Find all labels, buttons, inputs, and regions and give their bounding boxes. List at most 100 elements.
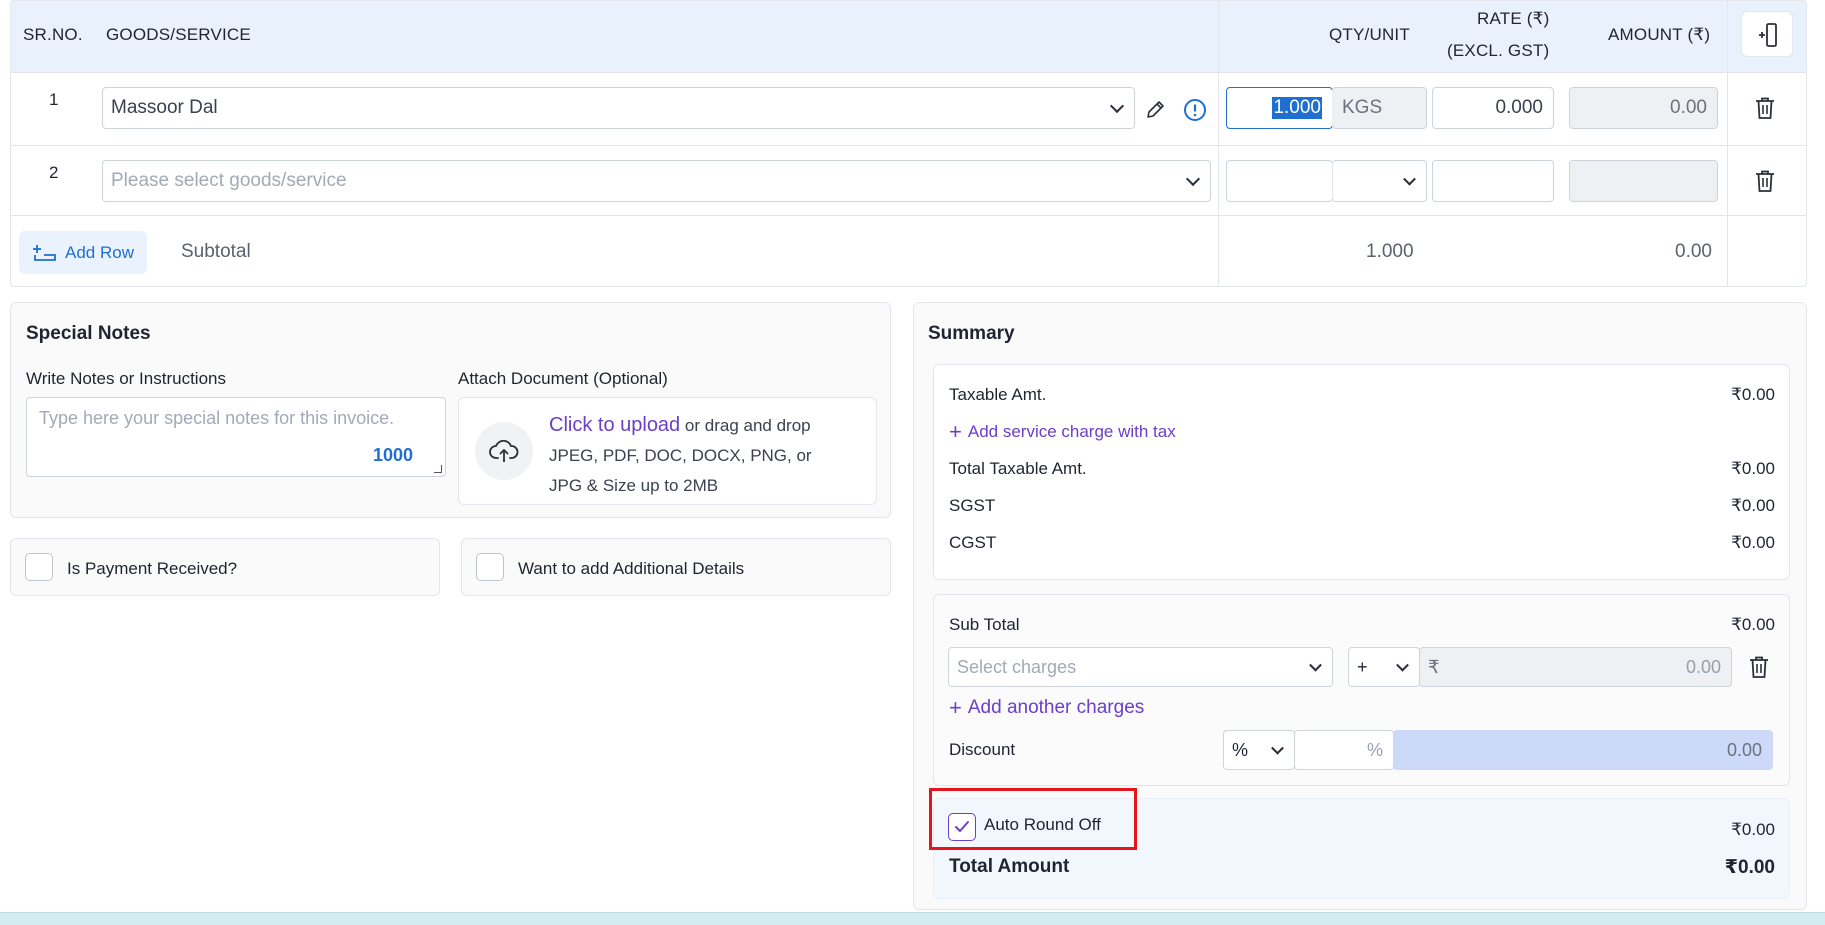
chevron-down-icon [1271,741,1284,755]
notes-label: Write Notes or Instructions [26,369,226,388]
table-header: SR.NO. GOODS/SERVICE QTY/UNIT RATE (₹) (… [11,1,1806,73]
total-taxable-label: Total Taxable Amt. [949,459,1087,478]
rate-input[interactable]: 0.000 [1432,87,1554,129]
divider [1727,1,1728,286]
add-service-charge-link[interactable]: + Add service charge with tax [949,419,1176,445]
chevron-down-icon [1185,171,1201,187]
payment-received-checkbox[interactable] [25,553,53,581]
additional-details-checkbox[interactable] [476,553,504,581]
qty-value: 1.000 [1272,97,1322,119]
subtotal-label: Sub Total [949,615,1020,634]
upload-text-2: JPEG, PDF, DOC, DOCX, PNG, or [549,446,812,465]
subtotal-amount: 0.00 [1675,241,1712,262]
upload-dropzone[interactable]: Click to upload or drag and drop JPEG, P… [458,397,877,505]
trash-icon[interactable] [1754,96,1776,120]
round-off-value: ₹0.00 [1731,820,1775,839]
upload-text-3: JPG & Size up to 2MB [549,476,719,495]
chevron-down-icon [1403,172,1416,186]
char-count: 1000 [372,445,413,465]
charges-select[interactable]: Select charges [948,647,1333,687]
cloud-upload-icon [489,439,519,462]
additional-details-card[interactable]: Want to add Additional Details [461,538,891,596]
goods-select-value: Massoor Dal [111,97,218,118]
upload-text: Click to upload or drag and drop JPEG, P… [549,410,869,501]
cgst-value: ₹0.00 [1731,533,1775,552]
goods-select[interactable]: Massoor Dal [102,87,1135,129]
amount-value: 0.00 [1670,97,1707,118]
charge-sign-select[interactable]: + [1348,647,1420,687]
summary-title: Summary [928,323,1015,344]
discount-amount-field[interactable]: 0.00 [1393,730,1773,770]
resize-handle-icon[interactable] [434,465,442,473]
unit-value: KGS [1342,97,1383,118]
cgst-label: CGST [949,533,997,552]
qty-input[interactable]: 1.000 [1226,87,1333,129]
total-amount-label: Total Amount [949,856,1070,877]
trash-icon[interactable] [1754,169,1776,193]
charge-amount-value: 0.00 [1685,656,1721,677]
discount-label: Discount [949,740,1016,759]
divider [1218,1,1219,286]
unit-field: KGS [1332,87,1427,129]
discount-type-select[interactable]: % [1223,730,1295,770]
header-rate: RATE (₹) [1477,9,1550,28]
chevron-down-icon [1309,658,1322,672]
highlight-box [929,788,1137,850]
goods-select[interactable]: Please select goods/service [102,160,1211,202]
charges-placeholder: Select charges [957,656,1077,677]
header-srno: SR.NO. [23,25,83,44]
header-goods: GOODS/SERVICE [106,25,251,44]
chevron-down-icon [1396,658,1409,672]
discount-percent-input[interactable]: % [1294,730,1394,770]
discount-type-value: % [1232,739,1249,760]
divider [11,145,1806,146]
tax-summary-box: Taxable Amt. ₹0.00 + Add service charge w… [933,364,1790,580]
add-service-charge-label: Add service charge with tax [967,422,1176,441]
row-number: 1 [49,90,59,109]
discount-suffix: % [1366,739,1383,760]
add-row-label: Add Row [65,242,134,262]
unit-select[interactable] [1332,160,1427,202]
add-column-icon [1759,23,1777,47]
special-notes-title: Special Notes [26,323,151,344]
row-number: 2 [49,163,59,182]
upload-icon-circle [475,422,533,480]
trash-icon[interactable] [1748,655,1770,679]
header-amount: AMOUNT (₹) [1608,25,1711,44]
qty-input[interactable] [1226,160,1333,202]
upload-text-1: or drag and drop [680,416,811,435]
payment-received-label: Is Payment Received? [67,559,238,578]
subtotal-qty: 1.000 [1366,241,1414,262]
charges-box: Sub Total ₹0.00 Select charges + ₹ 0.00 [933,594,1790,786]
special-notes-card: Special Notes Write Notes or Instruction… [10,302,891,518]
edit-pencil-icon[interactable] [1144,99,1166,121]
rate-input[interactable] [1432,160,1554,202]
rate-value: 0.000 [1495,97,1543,118]
total-amount-value: ₹0.00 [1724,857,1775,878]
bottom-bar [0,912,1825,925]
subtotal-value: ₹0.00 [1731,615,1775,634]
info-icon[interactable] [1183,98,1207,122]
notes-textarea[interactable]: Type here your special notes for this in… [26,397,446,477]
items-table: SR.NO. GOODS/SERVICE QTY/UNIT RATE (₹) (… [10,0,1807,287]
add-row-button[interactable]: Add Row [19,231,147,274]
taxable-value: ₹0.00 [1731,385,1775,404]
amount-field: 0.00 [1569,87,1718,129]
taxable-label: Taxable Amt. [949,385,1047,404]
amount-field [1569,160,1718,202]
sgst-label: SGST [949,496,996,515]
header-action-button[interactable] [1741,11,1793,57]
attach-label: Attach Document (Optional) [458,369,668,388]
sgst-value: ₹0.00 [1731,496,1775,515]
divider [11,215,1806,216]
chevron-down-icon [1109,98,1125,114]
add-row-icon [33,244,56,261]
additional-details-label: Want to add Additional Details [518,559,745,578]
subtotal-label: Subtotal [181,241,251,262]
payment-received-card[interactable]: Is Payment Received? [10,538,440,596]
notes-placeholder: Type here your special notes for this in… [39,408,395,428]
charge-amount-field: ₹ 0.00 [1419,647,1732,687]
add-another-charges-link[interactable]: + Add another charges [949,695,1144,721]
header-qty: QTY/UNIT [1329,25,1410,44]
click-to-upload-link[interactable]: Click to upload [549,414,680,436]
